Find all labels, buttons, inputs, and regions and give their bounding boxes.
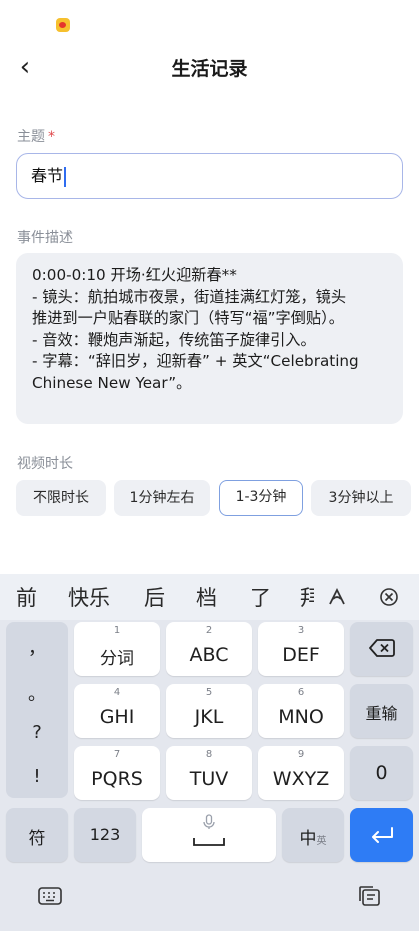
punctuation-column[interactable]: ， 。 ? ! xyxy=(6,622,68,798)
keyboard-switch-button[interactable] xyxy=(37,885,63,907)
enter-key[interactable] xyxy=(350,808,413,862)
punct-comma[interactable]: ， xyxy=(6,634,68,660)
key-num: 1 xyxy=(113,625,121,636)
weibo-app-icon xyxy=(56,18,70,32)
keyboard-icon xyxy=(38,887,62,905)
number-switch-key[interactable]: 123 xyxy=(74,808,136,862)
key-num: 6 xyxy=(297,687,305,698)
duration-option-unlimited[interactable]: 不限时长 xyxy=(16,480,106,516)
candidate-word[interactable]: 拜 xyxy=(300,582,314,612)
key-4[interactable]: 4 GHI xyxy=(74,684,160,738)
candidate-bar: 前 快乐 后 档 了 拜 xyxy=(0,574,419,620)
key-label: TUV xyxy=(189,768,229,790)
reenter-key[interactable]: 重输 xyxy=(350,684,413,738)
space-key[interactable] xyxy=(142,808,276,862)
topic-input[interactable]: 春节 xyxy=(16,153,403,199)
description-textarea[interactable]: 0:00-0:10 开场·红火迎新春** - 镜头：航拍城市夜景，街道挂满红灯笼… xyxy=(16,253,403,424)
key-7[interactable]: 7 PQRS xyxy=(74,746,160,800)
desc-line: 推进到一户贴春联的家门（特写“福”字倒贴）。 xyxy=(32,309,344,327)
key-8[interactable]: 8 TUV xyxy=(166,746,252,800)
desc-line: - 镜头：航拍城市夜景，街道挂满红灯笼，镜头 xyxy=(32,287,347,306)
key-9[interactable]: 9 WXYZ xyxy=(258,746,344,800)
handwriting-icon[interactable] xyxy=(326,586,348,608)
key-num: 7 xyxy=(113,749,121,760)
candidate-word[interactable]: 后 xyxy=(144,582,165,612)
key-2[interactable]: 2 ABC xyxy=(166,622,252,676)
punct-period[interactable]: 。 xyxy=(6,680,68,706)
desc-label: 事件描述 xyxy=(17,230,73,246)
key-5[interactable]: 5 JKL xyxy=(166,684,252,738)
key-label: 符 xyxy=(28,829,46,849)
language-switch-key[interactable]: 中英 xyxy=(282,808,344,862)
desc-line: - 音效：鞭炮声渐起，传统笛子旋律引入。 xyxy=(32,330,316,349)
desc-line: Chinese New Year”。 xyxy=(32,373,192,392)
punct-exclaim[interactable]: ! xyxy=(6,766,68,787)
topic-label-text: 主题 xyxy=(17,129,45,145)
key-6[interactable]: 6 MNO xyxy=(258,684,344,738)
key-label: 123 xyxy=(89,825,121,844)
clipboard-button[interactable] xyxy=(357,885,383,907)
enter-icon xyxy=(372,827,393,843)
symbol-key[interactable]: 符 xyxy=(6,808,68,862)
nav-bar: ‹ 生活记录 xyxy=(0,44,419,90)
clipboard-icon xyxy=(359,886,380,906)
key-label: WXYZ xyxy=(272,768,330,790)
candidate-word[interactable]: 档 xyxy=(196,582,217,612)
key-3[interactable]: 3 DEF xyxy=(258,622,344,676)
duration-option-1-3min[interactable]: 1-3分钟 xyxy=(219,480,303,516)
lang-label: 中 xyxy=(299,829,317,849)
candidate-word[interactable]: 前 xyxy=(16,582,37,612)
key-num: 2 xyxy=(205,625,213,636)
key-label: 重输 xyxy=(365,704,398,723)
desc-line: 0:00-0:10 开场·红火迎新春** xyxy=(32,266,237,284)
key-label: MNO xyxy=(278,706,324,728)
key-label: ABC xyxy=(189,644,229,666)
punct-question[interactable]: ? xyxy=(6,722,68,743)
duration-option-3min-plus[interactable]: 3分钟以上 xyxy=(311,480,411,516)
key-0[interactable]: 0 xyxy=(350,746,413,800)
candidate-word[interactable]: 快乐 xyxy=(68,582,110,612)
required-mark: * xyxy=(48,129,55,145)
key-num: 5 xyxy=(205,687,213,698)
key-num: 3 xyxy=(297,625,305,636)
key-num: 9 xyxy=(297,749,305,760)
status-bar xyxy=(0,0,419,44)
key-label: PQRS xyxy=(91,768,143,790)
candidate-word[interactable]: 了 xyxy=(250,582,271,612)
text-caret xyxy=(64,166,67,187)
topic-label: 主题 * xyxy=(17,126,55,146)
duration-options: 不限时长 1分钟左右 1-3分钟 3分钟以上 xyxy=(16,480,419,516)
key-label: JKL xyxy=(194,706,224,728)
key-1[interactable]: 1 分词 xyxy=(74,622,160,676)
ime-keyboard: 前 快乐 后 档 了 拜 ， 。 ? ! 1 分词 2 ABC 3 DEF 4 … xyxy=(0,574,419,931)
key-label: GHI xyxy=(99,706,135,728)
key-label: 分词 xyxy=(100,649,134,669)
lang-sub-label: 英 xyxy=(316,836,327,847)
duration-label: 视频时长 xyxy=(17,456,73,472)
topic-input-value: 春节 xyxy=(31,166,64,185)
page-title: 生活记录 xyxy=(171,58,248,80)
close-circle-icon[interactable] xyxy=(378,586,400,608)
space-bar-icon xyxy=(193,838,225,846)
key-num: 8 xyxy=(205,749,213,760)
backspace-icon xyxy=(369,639,395,657)
key-label: 0 xyxy=(375,762,388,784)
key-label: DEF xyxy=(282,644,320,666)
desc-line: - 字幕：“辞旧岁，迎新春” + 英文“Celebrating xyxy=(32,352,359,370)
backspace-key[interactable] xyxy=(350,622,413,676)
microphone-icon xyxy=(203,814,215,829)
duration-option-1min[interactable]: 1分钟左右 xyxy=(114,480,210,516)
key-num: 4 xyxy=(113,687,121,698)
